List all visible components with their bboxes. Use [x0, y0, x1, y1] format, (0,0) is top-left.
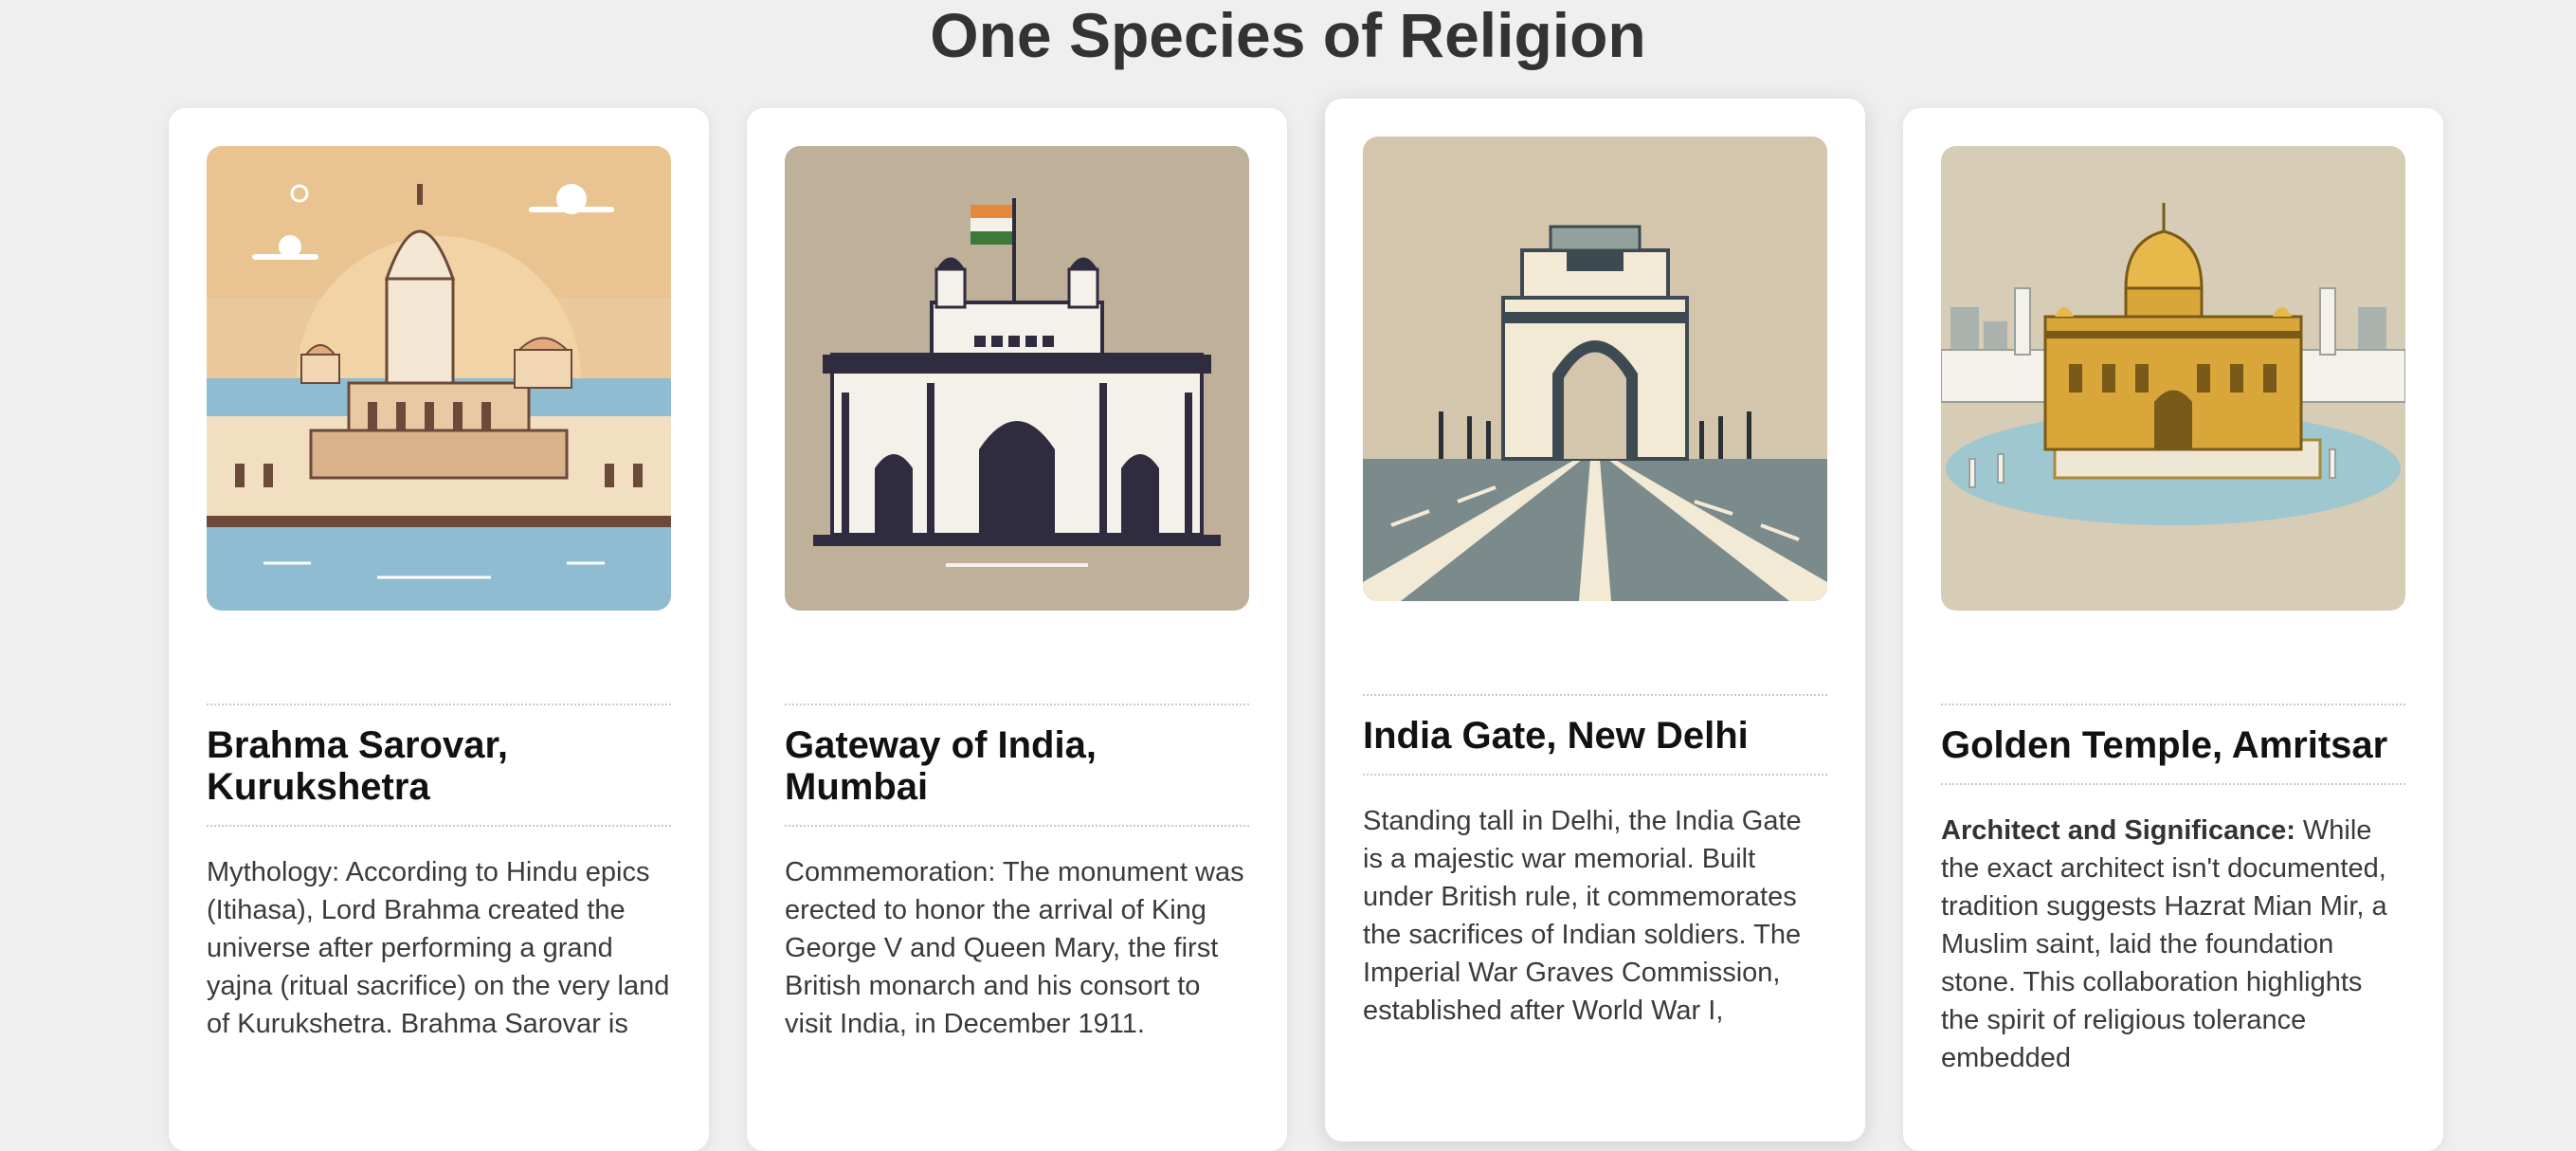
card-description-body: While the exact architect isn't document… — [1941, 815, 2387, 1073]
card-title: Gateway of India, Mumbai — [785, 724, 1097, 808]
card-description: Mythology: According to Hindu epics (Iti… — [207, 857, 670, 1039]
card-gateway-of-india[interactable]: Gateway of India, Mumbai Commemoration: … — [747, 108, 1287, 1151]
card-description: Commemoration: The monument was erected … — [785, 857, 1244, 1039]
temple-illustration-icon — [207, 146, 671, 611]
card-description-heading: Architect and Significance: — [1941, 815, 2295, 846]
card-brahma-sarovar[interactable]: Brahma Sarovar, Kurukshetra Mythology: A… — [169, 108, 709, 1151]
gateway-illustration-icon — [785, 146, 1249, 611]
card-title: India Gate, New Delhi — [1363, 715, 1749, 757]
card-india-gate[interactable]: India Gate, New Delhi Standing tall in D… — [1325, 99, 1865, 1142]
india-gate-illustration-icon — [1363, 137, 1827, 601]
card-title: Golden Temple, Amritsar — [1941, 724, 2388, 766]
card-golden-temple[interactable]: Golden Temple, Amritsar Architect and Si… — [1903, 108, 2443, 1151]
page-title: One Species of Religion — [930, 0, 1646, 70]
card-title: Brahma Sarovar, Kurukshetra — [207, 724, 508, 808]
card-description: Architect and Significance: While the ex… — [1941, 785, 2405, 1077]
golden-temple-illustration-icon — [1941, 146, 2405, 611]
card-description: Standing tall in Delhi, the India Gate i… — [1363, 806, 1802, 1026]
